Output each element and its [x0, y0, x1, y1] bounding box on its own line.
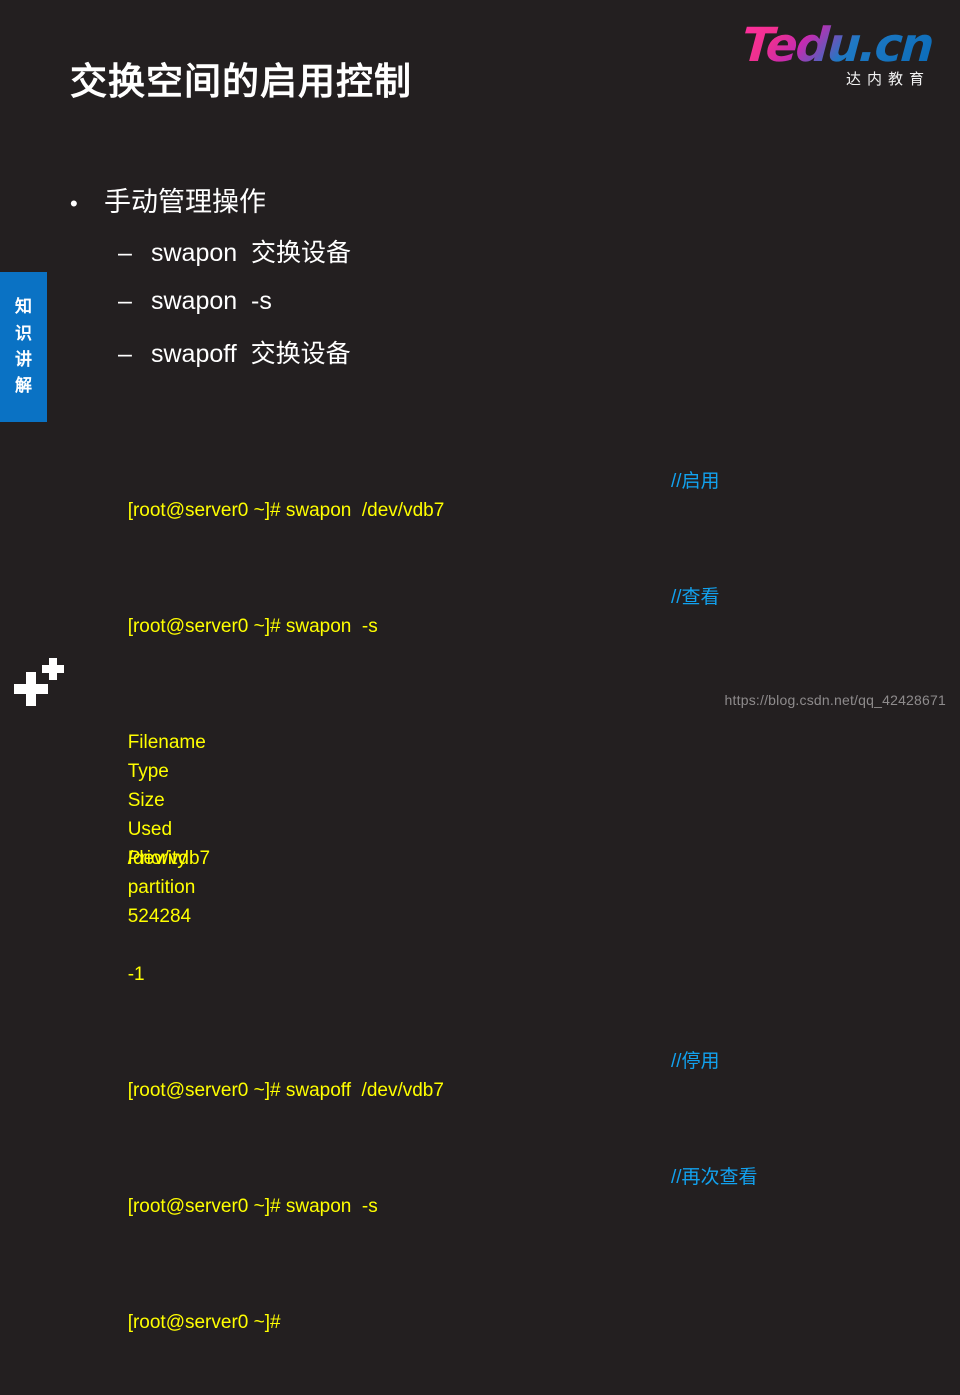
terminal-command: [root@server0 ~]# swapon -s — [127, 616, 378, 637]
terminal-comment: //启用 — [671, 471, 720, 492]
bullet-level1-label: 手动管理操作 — [104, 187, 266, 217]
bullet-level2-item: – swapoff 交换设备 — [118, 334, 351, 370]
bullet-dash-icon: – — [118, 239, 132, 267]
side-tab-char-2: 讲 — [15, 350, 32, 369]
terminal-line: [root@server0 ~]# swapon /dev/vdb7 //启用 — [96, 467, 896, 521]
terminal-command: [root@server0 ~]# swapon -s — [127, 1196, 378, 1217]
plus-small-icon — [42, 658, 64, 680]
terminal-comment: //查看 — [671, 587, 720, 608]
logo-subtitle: 达内教育 — [845, 71, 930, 88]
cell-type: partition — [127, 877, 196, 898]
terminal-comment: //停用 — [671, 1051, 720, 1072]
cell-filename: /dev/vdb7 — [127, 848, 211, 869]
brand-logo: Tedu.cn 达内教育 — [732, 18, 934, 89]
bullet-dash-icon: – — [118, 287, 132, 315]
bullet-level2-item: – swapon -s — [118, 287, 272, 316]
terminal-line: [root@server0 ~]# swapoff /dev/vdb7 //停用 — [96, 1047, 896, 1101]
page-title: 交换空间的启用控制 — [70, 61, 412, 102]
logo-wordmark: Tedu.cn — [739, 18, 934, 73]
cell-size: 524284 — [127, 906, 192, 927]
cell-priority: -1 — [127, 964, 145, 985]
bullet-level2-label: swapoff 交换设备 — [151, 340, 351, 368]
bullet-level2-label: swapon -s — [151, 287, 272, 315]
column-filename: Filename — [127, 732, 206, 753]
terminal-comment: //再次查看 — [671, 1167, 758, 1188]
bullet-dash-icon: – — [118, 340, 132, 368]
terminal-line: [root@server0 ~]# — [96, 1279, 896, 1333]
bullet-dot-icon: • — [70, 191, 78, 216]
terminal-command: [root@server0 ~]# swapoff /dev/vdb7 — [127, 1080, 444, 1101]
watermark-url: https://blog.csdn.net/qq_42428671 — [724, 692, 946, 708]
column-type: Type — [127, 761, 169, 782]
bullet-level2-label: swapon 交换设备 — [151, 239, 352, 267]
terminal-table-row: /dev/vdb7 partition 524284 -1 — [96, 815, 896, 985]
terminal-line: [root@server0 ~]# swapon -s //再次查看 — [96, 1163, 896, 1217]
column-size: Size — [127, 790, 165, 811]
side-tab-knowledge[interactable]: 知 识 讲 解 — [0, 272, 47, 422]
terminal-command: [root@server0 ~]# swapon /dev/vdb7 — [127, 500, 445, 521]
terminal-line: [root@server0 ~]# swapon -s //查看 — [96, 583, 896, 637]
terminal-prompt: [root@server0 ~]# — [127, 1312, 281, 1333]
bullet-level2-item: – swapon 交换设备 — [118, 233, 351, 269]
side-tab-char-0: 知 — [15, 297, 32, 317]
bullet-level1: • 手动管理操作 — [70, 180, 266, 219]
side-tab-char-1: 识 — [15, 323, 32, 343]
side-tab-char-3: 解 — [15, 376, 32, 396]
plus-decoration — [14, 651, 74, 706]
terminal-transcript: [root@server0 ~]# swapon /dev/vdb7 //启用 … — [96, 380, 896, 1395]
